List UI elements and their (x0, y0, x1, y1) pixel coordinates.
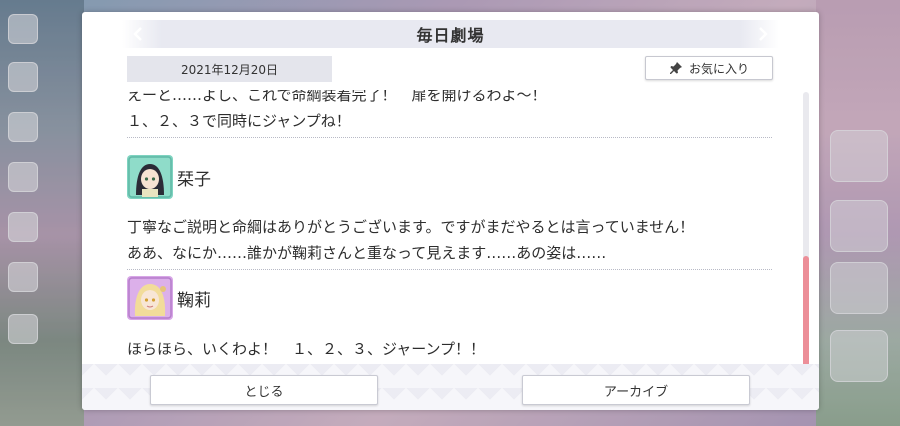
avatar (127, 155, 173, 199)
speaker-name: 栞子 (177, 169, 211, 190)
dialogue-line: ああ、なにか……誰かが鞠莉さんと重なって見えます……あの姿は…… (127, 244, 607, 262)
entry-divider (127, 137, 772, 138)
character-portrait-icon (128, 277, 172, 319)
speaker-name: 鞠莉 (177, 290, 211, 311)
scroll-thumb[interactable] (803, 256, 809, 368)
log-entry: 丁寧なご説明と命綱はありがとうございます。ですがまだやるとは言っていません！ あ… (127, 216, 772, 264)
archive-button[interactable]: アーカイブ (522, 375, 750, 405)
script-log[interactable]: えーと……よし、これで命綱装着完了！ 扉を開けるわよ～！ １、２、３で同時にジャ… (127, 90, 772, 362)
entry-divider (127, 269, 772, 270)
chevron-right-icon (759, 27, 768, 41)
daily-theater-dialog: 毎日劇場 2021年12月20日 お気に入り えーと……よし、これで命綱装着完了… (82, 12, 819, 410)
avatar (127, 276, 173, 320)
log-entry: えーと……よし、これで命綱装着完了！ 扉を開けるわよ～！ １、２、３で同時にジャ… (127, 90, 772, 132)
pin-icon (669, 62, 682, 74)
date-label: 2021年12月20日 (127, 56, 332, 82)
close-button[interactable]: とじる (150, 375, 378, 405)
speaker-header: 栞子 (127, 155, 211, 199)
scrollbar[interactable] (803, 92, 809, 368)
dialog-title: 毎日劇場 (416, 26, 485, 45)
favorite-label: お気に入り (688, 61, 749, 76)
character-portrait-icon (128, 156, 172, 198)
dialogue-line: ほらほら、いくわよ！ １、２、３、ジャーンプ！！ (127, 340, 486, 358)
chevron-left-icon (133, 27, 142, 41)
favorite-button[interactable]: お気に入り (645, 56, 773, 80)
dialogue-line: １、２、３で同時にジャンプね！ (127, 112, 351, 130)
log-entry: ほらほら、いくわよ！ １、２、３、ジャーンプ！！ (127, 338, 772, 360)
dialogue-line: 丁寧なご説明と命綱はありがとうございます。ですがまだやるとは言っていません！ (127, 218, 695, 236)
speaker-header: 鞠莉 (127, 276, 211, 320)
dialog-title-bar: 毎日劇場 (122, 20, 779, 48)
dialogue-line: えーと……よし、これで命綱装着完了！ 扉を開けるわよ～！ (127, 90, 547, 104)
